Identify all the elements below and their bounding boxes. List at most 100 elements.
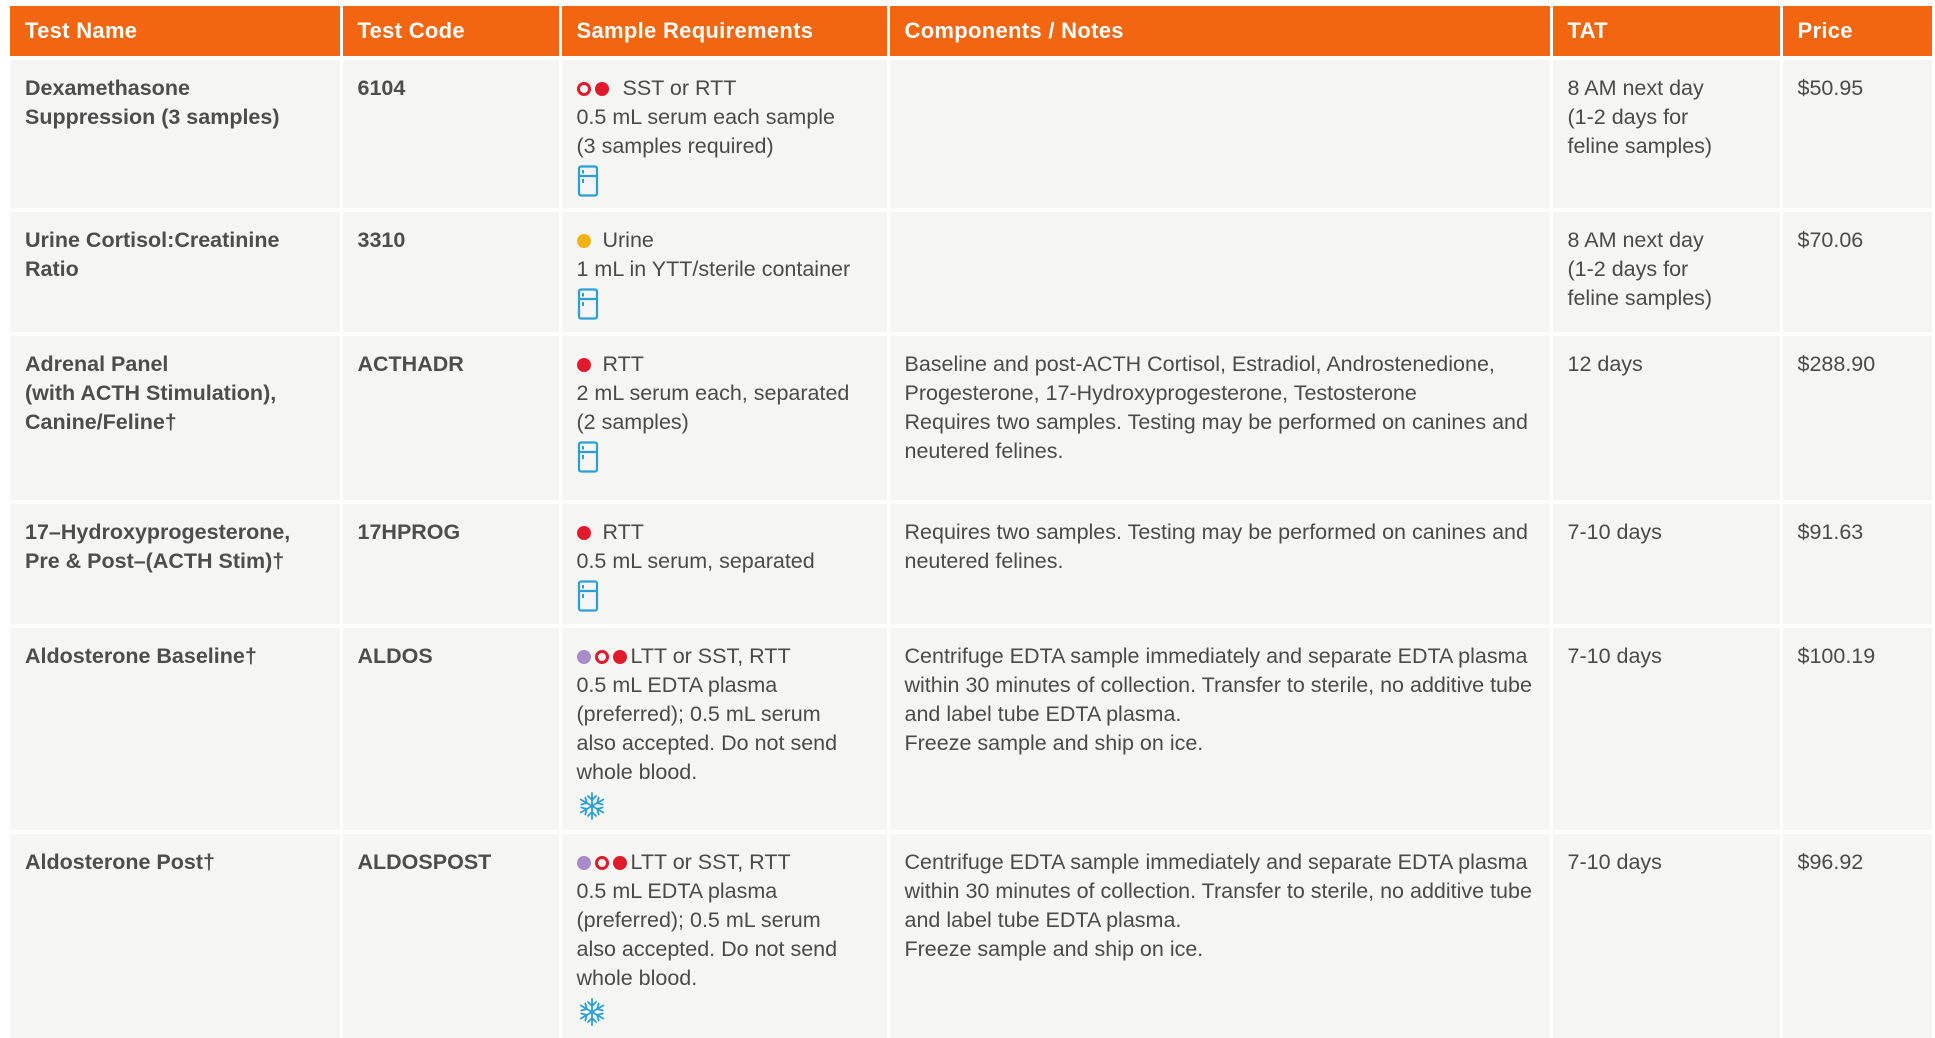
components-notes-cell: Requires two samples. Testing may be per… bbox=[888, 500, 1553, 626]
tat-line: 7-10 days bbox=[1567, 850, 1662, 874]
price-cell: $288.90 bbox=[1781, 332, 1932, 502]
test-code-cell: ACTHADR bbox=[341, 332, 562, 502]
test-name-line: Suppression (3 samples) bbox=[25, 105, 280, 129]
tat-line: (1-2 days for bbox=[1567, 257, 1689, 281]
tat-line: feline samples) bbox=[1567, 134, 1713, 158]
tube-type-text: SST or RTT bbox=[622, 76, 737, 100]
tube-color-red-icon bbox=[576, 358, 591, 372]
test-name-cell: 17–Hydroxyprogesterone, Pre & Post–(ACTH … bbox=[10, 500, 343, 626]
table-row: Urine Cortisol:Creatinine Ratio 3310 Urine 1… bbox=[10, 208, 1932, 334]
sample-requirements-cell: Urine 1 mL in YTT/sterile container bbox=[560, 208, 890, 334]
components-notes-cell: Centrifuge EDTA sample immediately and s… bbox=[888, 624, 1553, 832]
test-name-line: Ratio bbox=[25, 257, 79, 281]
table-header-row: Test Name Test Code Sample Requirements … bbox=[10, 6, 1932, 58]
tube-color-purple-icon bbox=[576, 856, 591, 870]
tube-color-purple-icon bbox=[576, 650, 591, 664]
price-cell: $70.06 bbox=[1781, 208, 1932, 334]
tube-color-red-icon bbox=[594, 82, 609, 96]
test-name-cell: Dexamethasone Suppression (3 samples) bbox=[10, 56, 343, 210]
tat-cell: 8 AM next day (1-2 days for feline samples… bbox=[1551, 56, 1783, 210]
sample-line: Urine bbox=[576, 226, 872, 255]
sample-line: 0.5 mL EDTA plasma bbox=[576, 673, 778, 697]
note-paragraph: Baseline and post-ACTH Cortisol, Estradi… bbox=[904, 352, 1495, 405]
test-name-line: Dexamethasone bbox=[25, 76, 190, 100]
tube-type-text: LTT or SST, RTT bbox=[630, 644, 791, 668]
header-components-notes: Components / Notes bbox=[888, 6, 1553, 58]
table-body: Dexamethasone Suppression (3 samples) 6104… bbox=[10, 56, 1932, 1038]
tat-line: 7-10 days bbox=[1567, 520, 1662, 544]
table-row: Adrenal Panel (with ACTH Stimulation), Can… bbox=[10, 332, 1932, 502]
sample-line: whole blood. bbox=[576, 760, 698, 784]
tat-line: 12 days bbox=[1567, 352, 1643, 376]
sample-requirements-cell: RTT 2 mL serum each, separated (2 samples) bbox=[560, 332, 890, 502]
tube-color-red-icon bbox=[576, 526, 591, 540]
sample-line: LTT or SST, RTT bbox=[576, 642, 872, 671]
note-paragraph: Requires two samples. Testing may be per… bbox=[904, 520, 1528, 573]
table-row: 17–Hydroxyprogesterone, Pre & Post–(ACTH … bbox=[10, 500, 1932, 626]
sample-line: (preferred); 0.5 mL serum bbox=[576, 702, 821, 726]
header-price: Price bbox=[1781, 6, 1932, 58]
test-name-cell: Aldosterone Baseline† bbox=[10, 624, 343, 832]
price-cell: $50.95 bbox=[1781, 56, 1932, 210]
test-name-line: Urine Cortisol:Creatinine bbox=[25, 228, 280, 252]
test-name-line: Canine/Feline† bbox=[25, 410, 177, 434]
refrigerator-icon bbox=[577, 165, 872, 205]
note-paragraph: Centrifuge EDTA sample immediately and s… bbox=[904, 850, 1532, 932]
sample-line: (2 samples) bbox=[576, 410, 689, 434]
components-notes-cell bbox=[888, 208, 1553, 334]
components-notes-cell bbox=[888, 56, 1553, 210]
refrigerator-icon bbox=[577, 288, 872, 328]
refrigerator-icon bbox=[577, 580, 872, 620]
sample-line: 0.5 mL serum, separated bbox=[576, 549, 815, 573]
sample-requirements-cell: SST or RTT 0.5 mL serum each sample (3 sam… bbox=[560, 56, 890, 210]
tube-color-yellow-icon bbox=[576, 234, 591, 248]
sample-line: LTT or SST, RTT bbox=[576, 848, 872, 877]
sample-line: SST or RTT bbox=[576, 74, 872, 103]
tat-line: 8 AM next day bbox=[1567, 76, 1704, 100]
test-name-cell: Adrenal Panel (with ACTH Stimulation), Can… bbox=[10, 332, 343, 502]
tube-color-red-ring-icon bbox=[576, 82, 591, 96]
refrigerator-icon bbox=[577, 441, 872, 481]
test-name-line: (with ACTH Stimulation), bbox=[25, 381, 277, 405]
tube-color-red-ring-icon bbox=[594, 650, 609, 664]
sample-requirements-cell: LTT or SST, RTT 0.5 mL EDTA plasma (prefer… bbox=[560, 830, 890, 1038]
components-notes-cell: Baseline and post-ACTH Cortisol, Estradi… bbox=[888, 332, 1553, 502]
header-test-name: Test Name bbox=[10, 6, 343, 58]
header-test-code: Test Code bbox=[341, 6, 562, 58]
sample-line: (3 samples required) bbox=[576, 134, 774, 158]
tat-line: 7-10 days bbox=[1567, 644, 1662, 668]
tat-cell: 7-10 days bbox=[1551, 500, 1783, 626]
sample-line: 1 mL in YTT/sterile container bbox=[576, 257, 851, 281]
price-cell: $96.92 bbox=[1781, 830, 1932, 1038]
test-name-line: Adrenal Panel bbox=[25, 352, 169, 376]
sample-line: whole blood. bbox=[576, 966, 698, 990]
sample-requirements-cell: RTT 0.5 mL serum, separated bbox=[560, 500, 890, 626]
sample-line: also accepted. Do not send bbox=[576, 731, 838, 755]
test-code-cell: 3310 bbox=[341, 208, 562, 334]
note-paragraph: Centrifuge EDTA sample immediately and s… bbox=[904, 644, 1532, 726]
sample-line: also accepted. Do not send bbox=[576, 937, 838, 961]
table-row: Aldosterone Post† ALDOSPOST LTT or SST, RT… bbox=[10, 830, 1932, 1038]
test-name-line: Pre & Post–(ACTH Stim)† bbox=[25, 549, 285, 573]
test-name-cell: Urine Cortisol:Creatinine Ratio bbox=[10, 208, 343, 334]
tube-color-red-ring-icon bbox=[594, 856, 609, 870]
tat-line: feline samples) bbox=[1567, 286, 1713, 310]
test-name-line: Aldosterone Post† bbox=[25, 850, 215, 874]
sample-line: 2 mL serum each, separated bbox=[576, 381, 850, 405]
tat-cell: 7-10 days bbox=[1551, 624, 1783, 832]
tat-line: 8 AM next day bbox=[1567, 228, 1704, 252]
tat-cell: 12 days bbox=[1551, 332, 1783, 502]
test-code-cell: ALDOSPOST bbox=[341, 830, 562, 1038]
sample-line: RTT bbox=[576, 350, 872, 379]
test-code-cell: 6104 bbox=[341, 56, 562, 210]
table-row: Dexamethasone Suppression (3 samples) 6104… bbox=[10, 56, 1932, 210]
tube-color-red-icon bbox=[612, 650, 627, 664]
sample-line: 0.5 mL EDTA plasma bbox=[576, 879, 778, 903]
sample-line: RTT bbox=[576, 518, 872, 547]
test-name-line: Aldosterone Baseline† bbox=[25, 644, 257, 668]
test-table: Test Name Test Code Sample Requirements … bbox=[10, 6, 1932, 1038]
tube-type-text: RTT bbox=[602, 352, 644, 376]
tube-type-text: LTT or SST, RTT bbox=[630, 850, 791, 874]
sample-requirements-cell: LTT or SST, RTT 0.5 mL EDTA plasma (prefer… bbox=[560, 624, 890, 832]
test-name-cell: Aldosterone Post† bbox=[10, 830, 343, 1038]
